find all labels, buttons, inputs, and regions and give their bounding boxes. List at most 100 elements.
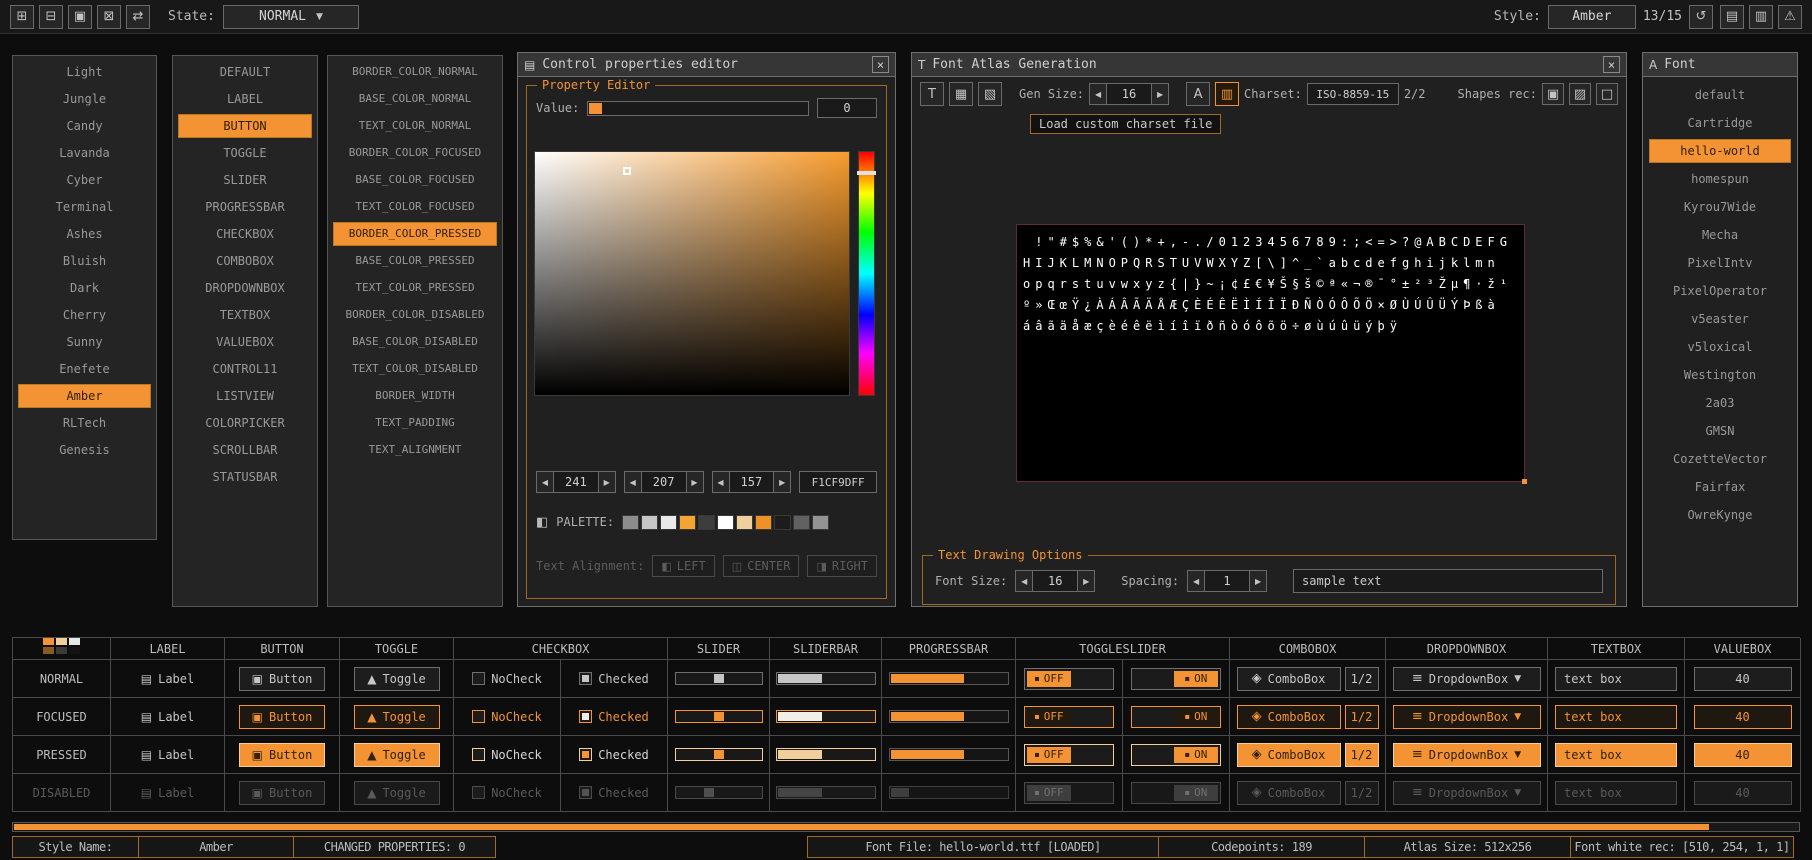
font-item-pixelintv[interactable]: PixelIntv xyxy=(1649,251,1791,275)
font-item-owrekynge[interactable]: OwreKynge xyxy=(1649,503,1791,527)
slider-handle[interactable] xyxy=(714,712,724,721)
style-item-amber[interactable]: Amber xyxy=(18,384,151,408)
style-item-ashes[interactable]: Ashes xyxy=(18,222,151,246)
font-item-v5loxical[interactable]: v5loxical xyxy=(1649,335,1791,359)
property-item-text-color-disabled[interactable]: TEXT_COLOR_DISABLED xyxy=(333,357,497,381)
combobox-main[interactable]: ◈ComboBox xyxy=(1237,667,1341,691)
toggleslider-on[interactable]: ▪ON xyxy=(1131,706,1221,728)
property-item-text-color-normal[interactable]: TEXT_COLOR_NORMAL xyxy=(333,114,497,138)
gen-size-decrement-button[interactable]: ◀ xyxy=(1089,83,1107,105)
font-item-westington[interactable]: Westington xyxy=(1649,363,1791,387)
button-control[interactable]: ▣Button xyxy=(239,781,325,805)
font-item-homespun[interactable]: homespun xyxy=(1649,167,1791,191)
valuebox-control[interactable]: 40 xyxy=(1694,781,1792,805)
horizontal-scrollbar[interactable] xyxy=(12,822,1800,832)
slider-control[interactable] xyxy=(675,710,763,723)
font-item-cartridge[interactable]: Cartridge xyxy=(1649,111,1791,135)
font-size-decrement-button[interactable]: ◀ xyxy=(1015,570,1033,592)
checkbox-checked[interactable]: Checked xyxy=(579,710,649,724)
dropdownbox-control[interactable]: ≡DropdownBox▼ xyxy=(1393,743,1541,767)
value-box[interactable]: 0 xyxy=(817,98,877,118)
button-control[interactable]: ▣Button xyxy=(239,705,325,729)
control-item-progressbar[interactable]: PROGRESSBAR xyxy=(178,195,312,219)
atlas-view-button[interactable]: ▦ xyxy=(949,82,973,106)
style-item-candy[interactable]: Candy xyxy=(18,114,151,138)
palette-swatch-4[interactable] xyxy=(698,515,715,530)
shapes-rec-empty-button[interactable]: □ xyxy=(1596,83,1618,105)
style-item-sunny[interactable]: Sunny xyxy=(18,330,151,354)
screen-mode-button[interactable]: ▤ xyxy=(1720,5,1744,29)
control-item-valuebox[interactable]: VALUEBOX xyxy=(178,330,312,354)
green-decrement-button[interactable]: ◀ xyxy=(624,471,642,493)
dropdownbox-control[interactable]: ≡DropdownBox▼ xyxy=(1393,705,1541,729)
spacing-increment-button[interactable]: ▶ xyxy=(1249,570,1267,592)
dropdownbox-control[interactable]: ≡DropdownBox▼ xyxy=(1393,781,1541,805)
charset-value-box[interactable]: ISO-8859-15 xyxy=(1307,83,1399,105)
property-item-base-color-disabled[interactable]: BASE_COLOR_DISABLED xyxy=(333,330,497,354)
gen-size-increment-button[interactable]: ▶ xyxy=(1151,83,1169,105)
palette-swatch-3[interactable] xyxy=(679,515,696,530)
toggleslider-on[interactable]: ▪ON xyxy=(1131,668,1221,690)
font-item-pixeloperator[interactable]: PixelOperator xyxy=(1649,279,1791,303)
atlas-resize-handle[interactable] xyxy=(1522,479,1527,484)
dropdownbox-control[interactable]: ≡DropdownBox▼ xyxy=(1393,667,1541,691)
combobox-control[interactable]: ◈ComboBox1/2 xyxy=(1237,667,1379,691)
combobox-main[interactable]: ◈ComboBox xyxy=(1237,743,1341,767)
font-text-mode-button[interactable]: T xyxy=(920,82,944,106)
property-item-base-color-pressed[interactable]: BASE_COLOR_PRESSED xyxy=(333,249,497,273)
combobox-control[interactable]: ◈ComboBox1/2 xyxy=(1237,705,1379,729)
save-style-button[interactable]: ▣ xyxy=(68,5,92,29)
blue-value[interactable]: 157 xyxy=(730,471,774,493)
checkbox-unchecked[interactable]: NoCheck xyxy=(472,748,542,762)
font-item-fairfax[interactable]: Fairfax xyxy=(1649,475,1791,499)
control-item-slider[interactable]: SLIDER xyxy=(178,168,312,192)
button-control[interactable]: ▣Button xyxy=(239,743,325,767)
style-item-rltech[interactable]: RLTech xyxy=(18,411,151,435)
hue-bar-cursor[interactable] xyxy=(857,171,876,175)
value-slider[interactable] xyxy=(587,101,809,116)
gen-size-value[interactable]: 16 xyxy=(1107,83,1151,105)
property-item-border-color-focused[interactable]: BORDER_COLOR_FOCUSED xyxy=(333,141,497,165)
style-item-genesis[interactable]: Genesis xyxy=(18,438,151,462)
palette-swatch-5[interactable] xyxy=(717,515,734,530)
new-style-button[interactable]: ⊞ xyxy=(10,5,34,29)
combobox-counter[interactable]: 1/2 xyxy=(1345,743,1379,767)
toggleslider-off[interactable]: ▪OFF xyxy=(1024,782,1114,804)
sliderbar-control[interactable] xyxy=(776,710,876,723)
style-item-terminal[interactable]: Terminal xyxy=(18,195,151,219)
control-item-dropdownbox[interactable]: DROPDOWNBOX xyxy=(178,276,312,300)
slider-control[interactable] xyxy=(675,786,763,799)
property-item-border-color-pressed[interactable]: BORDER_COLOR_PRESSED xyxy=(333,222,497,246)
style-item-bluish[interactable]: Bluish xyxy=(18,249,151,273)
combobox-control[interactable]: ◈ComboBox1/2 xyxy=(1237,781,1379,805)
font-item-hello-world[interactable]: hello-world xyxy=(1649,139,1791,163)
font-window-titlebar[interactable]: A Font xyxy=(1643,53,1797,77)
reload-style-button[interactable]: ↺ xyxy=(1689,5,1713,29)
slider-control[interactable] xyxy=(675,672,763,685)
property-item-text-color-pressed[interactable]: TEXT_COLOR_PRESSED xyxy=(333,276,497,300)
font-item-v5easter[interactable]: v5easter xyxy=(1649,307,1791,331)
red-increment-button[interactable]: ▶ xyxy=(598,471,616,493)
button-control[interactable]: ▣Button xyxy=(239,667,325,691)
toggle-control[interactable]: ▲Toggle xyxy=(354,743,440,767)
combobox-control[interactable]: ◈ComboBox1/2 xyxy=(1237,743,1379,767)
spacing-decrement-button[interactable]: ◀ xyxy=(1187,570,1205,592)
property-item-border-color-disabled[interactable]: BORDER_COLOR_DISABLED xyxy=(333,303,497,327)
green-increment-button[interactable]: ▶ xyxy=(686,471,704,493)
sliderbar-control[interactable] xyxy=(776,748,876,761)
control-item-control11[interactable]: CONTROL11 xyxy=(178,357,312,381)
export-style-button[interactable]: ⊠ xyxy=(97,5,121,29)
scrollbar-handle[interactable] xyxy=(14,824,1709,830)
align-right-button[interactable]: ◨RIGHT xyxy=(807,555,877,577)
properties-window-titlebar[interactable]: ▤ Control properties editor × xyxy=(518,53,895,77)
control-item-scrollbar[interactable]: SCROLLBAR xyxy=(178,438,312,462)
align-center-button[interactable]: ◫CENTER xyxy=(723,555,800,577)
charset-load-button[interactable]: ▥ xyxy=(1215,82,1239,106)
property-item-border-color-normal[interactable]: BORDER_COLOR_NORMAL xyxy=(333,60,497,84)
slider-handle[interactable] xyxy=(704,788,714,797)
property-item-text-padding[interactable]: TEXT_PADDING xyxy=(333,411,497,435)
font-size-increment-button[interactable]: ▶ xyxy=(1077,570,1095,592)
property-item-base-color-focused[interactable]: BASE_COLOR_FOCUSED xyxy=(333,168,497,192)
shapes-rec-fill-button[interactable]: ▣ xyxy=(1542,83,1564,105)
style-item-cherry[interactable]: Cherry xyxy=(18,303,151,327)
